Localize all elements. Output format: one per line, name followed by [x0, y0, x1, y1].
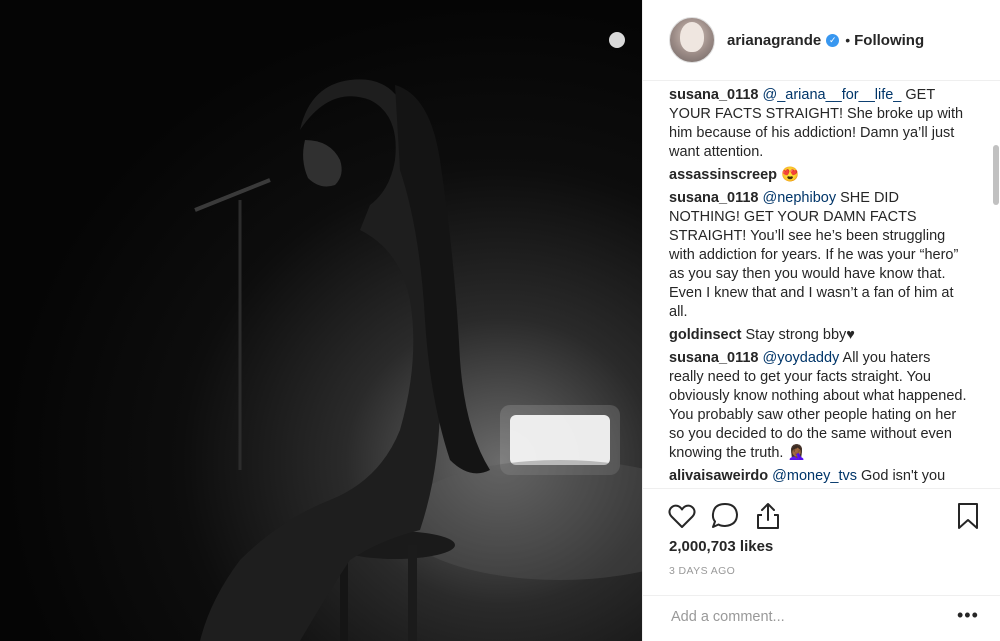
bookmark-icon[interactable]: [953, 501, 983, 531]
following-button[interactable]: Following: [854, 32, 924, 49]
comment-item: alivaisaweirdo @money_tvs God isn't you: [669, 467, 969, 486]
comment-item: assassinscreep 😍: [669, 166, 969, 185]
comment-text: All you haters really need to get your f…: [669, 350, 967, 461]
comment-item: susana_0118 @yoydaddy All you haters real…: [669, 349, 969, 463]
comment-text: 😍: [781, 167, 800, 183]
comment-mention[interactable]: @money_tvs: [772, 468, 857, 484]
comment-username[interactable]: alivaisaweirdo: [669, 468, 768, 484]
likes-count[interactable]: 2,000,703 likes: [669, 538, 773, 555]
add-comment-input[interactable]: [669, 604, 933, 630]
post-author-username[interactable]: arianagrande: [727, 32, 821, 49]
post-photo-illustration: [194, 32, 642, 641]
comment-mention[interactable]: @_ariana__for__life_: [763, 87, 902, 103]
verified-badge-icon: ✓: [826, 33, 840, 47]
comment-username[interactable]: susana_0118: [669, 87, 759, 103]
comment-item: goldinsect Stay strong bby♥: [669, 326, 969, 345]
comment-username[interactable]: susana_0118: [669, 350, 759, 366]
heart-icon[interactable]: [667, 501, 697, 531]
post-actions: 2,000,703 likes 3 DAYS AGO •••: [643, 488, 1000, 639]
more-options-button[interactable]: •••: [957, 606, 979, 624]
post-photo[interactable]: [0, 0, 642, 641]
comment-bubble-icon[interactable]: [710, 501, 740, 531]
post-header: arianagrande ✓ • Following: [643, 0, 1000, 81]
comments-scrollbar[interactable]: [993, 145, 999, 205]
comment-list[interactable]: susana_0118 @_ariana__for__life_ GET YOUR…: [669, 86, 969, 488]
avatar[interactable]: [669, 17, 715, 63]
comment-text: SHE DID NOTHING! GET YOUR DAMN FACTS STR…: [669, 190, 959, 320]
post-detail-panel: arianagrande ✓ • Following susana_0118 @_…: [642, 0, 1000, 641]
header-separator: •: [845, 32, 851, 48]
comment-username[interactable]: goldinsect: [669, 327, 742, 343]
add-comment-section: •••: [643, 595, 1000, 640]
post-timestamp: 3 DAYS AGO: [669, 565, 736, 577]
comment-username[interactable]: assassinscreep: [669, 167, 777, 183]
share-icon[interactable]: [753, 501, 783, 531]
comment-username[interactable]: susana_0118: [669, 190, 759, 206]
comment-mention[interactable]: @nephiboy: [763, 190, 837, 206]
comment-text: God isn't you: [861, 468, 946, 484]
comment-mention[interactable]: @yoydaddy: [763, 350, 840, 366]
comment-text: Stay strong bby♥: [745, 327, 855, 343]
comment-item: susana_0118 @nephiboy SHE DID NOTHING! GE…: [669, 189, 969, 322]
comment-item: susana_0118 @_ariana__for__life_ GET YOUR…: [669, 86, 969, 162]
